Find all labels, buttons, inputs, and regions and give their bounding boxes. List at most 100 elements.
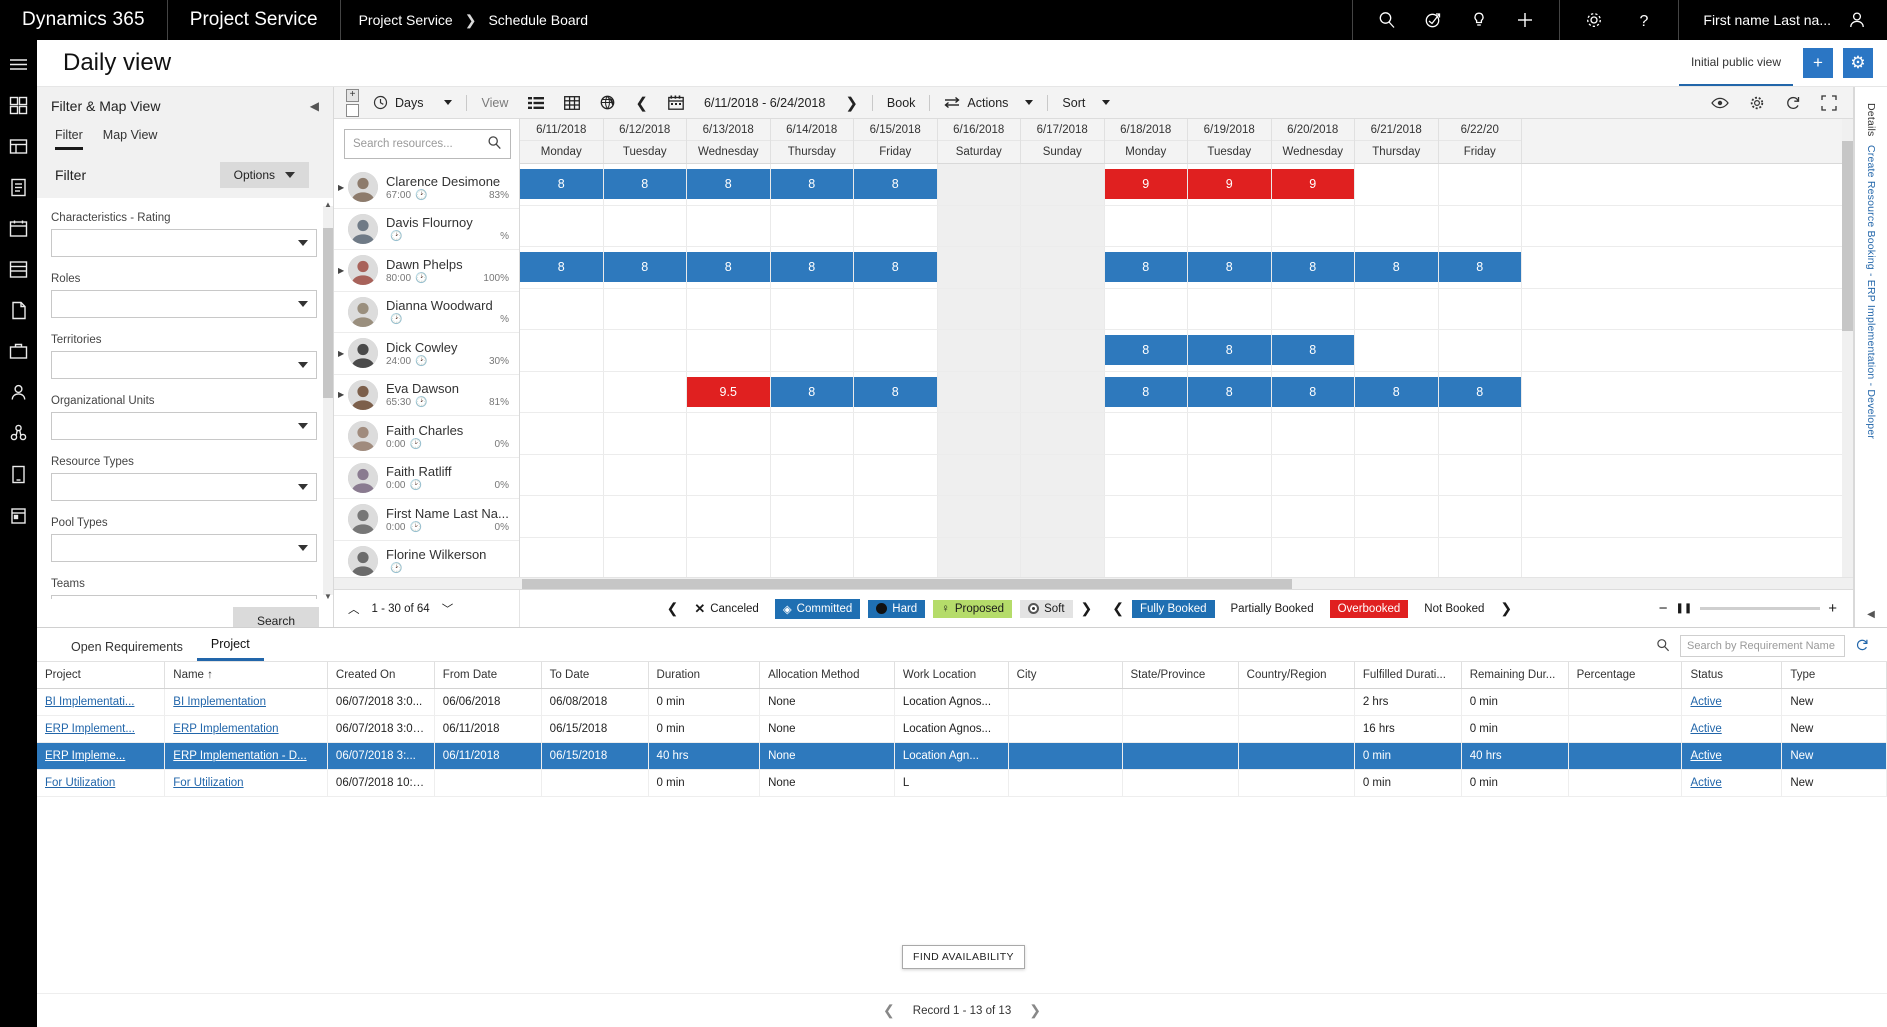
record-prev-icon[interactable]: ❮ (883, 1002, 895, 1019)
expand-collapse-rows-control[interactable]: + (340, 88, 363, 117)
resource-row[interactable]: ▶ Dick Cowley 24:00 🕑 30% (334, 333, 519, 375)
booking-cell[interactable] (604, 454, 687, 495)
booking-chip[interactable]: 8 (687, 252, 770, 283)
refresh-icon[interactable] (1855, 638, 1869, 655)
booking-chip[interactable]: 8 (854, 169, 937, 200)
create-resource-booking-label[interactable]: Create Resource Booking - ERP Implementa… (1865, 145, 1877, 439)
map-view-button[interactable] (590, 87, 625, 118)
table-row[interactable]: BI Implementati... BI Implementation 06/07… (37, 688, 1887, 716)
booking-chip[interactable]: 8 (520, 169, 603, 200)
legend-prev-icon[interactable]: ❮ (667, 600, 679, 617)
booking-cell[interactable] (1188, 454, 1272, 495)
booking-cell[interactable]: 8 (1188, 330, 1272, 371)
board-settings-button[interactable] (1739, 87, 1775, 118)
column-header[interactable]: Type (1781, 662, 1887, 689)
select-organizational-units[interactable] (51, 412, 317, 440)
column-header[interactable]: Project (37, 662, 166, 689)
booking-cell[interactable] (854, 413, 938, 454)
legend-fully-booked[interactable]: Fully Booked (1132, 599, 1215, 618)
booking-chip[interactable]: 8 (1355, 252, 1438, 283)
booking-chip[interactable]: 8 (1355, 376, 1438, 407)
booking-chip[interactable]: 8 (1188, 376, 1271, 407)
zoom-in-button[interactable]: + (1828, 600, 1837, 617)
resource-row[interactable]: Florine Wilkerson 🕑 (334, 541, 519, 578)
booking-cell[interactable]: 9 (1271, 164, 1355, 205)
booking-cell[interactable] (1188, 288, 1272, 329)
utilization-prev-icon[interactable]: ❮ (1112, 600, 1124, 617)
booking-row[interactable] (520, 413, 1853, 455)
booking-cell[interactable] (854, 537, 938, 577)
booking-row[interactable]: 88888999 (520, 164, 1853, 206)
resource-row[interactable]: Faith Charles 0:00 🕑 0% (334, 416, 519, 458)
booking-chip[interactable]: 8 (520, 252, 603, 283)
column-header[interactable]: City (1008, 662, 1123, 689)
booking-cell[interactable] (1021, 288, 1105, 329)
booking-chip[interactable]: 8 (1271, 376, 1354, 407)
help-icon[interactable]: ? (1634, 10, 1654, 30)
breadcrumb-current[interactable]: Schedule Board (488, 12, 588, 28)
cell-link[interactable]: Active (1690, 723, 1721, 735)
booking-cell[interactable]: 8 (1188, 371, 1272, 412)
column-header[interactable]: Duration (648, 662, 761, 689)
resource-row[interactable]: ▶ Dawn Phelps 80:00 🕑 100% (334, 250, 519, 292)
book-button[interactable]: Book (877, 87, 926, 118)
collapse-panel-icon[interactable]: ◀ (310, 99, 319, 113)
booking-cell[interactable]: 8 (770, 247, 854, 288)
booking-cell[interactable] (937, 413, 1021, 454)
assistant-icon[interactable] (1423, 10, 1443, 30)
booking-cell[interactable] (520, 288, 604, 329)
booking-chip[interactable]: 8 (1271, 252, 1354, 283)
booking-cell[interactable] (1355, 496, 1439, 537)
booking-chip[interactable]: 8 (1104, 376, 1187, 407)
booking-cell[interactable]: 8 (687, 247, 771, 288)
page-icon[interactable] (8, 300, 29, 321)
tab-project[interactable]: Project (196, 637, 264, 661)
booking-cell[interactable] (604, 288, 687, 329)
booking-cell[interactable]: 8 (1104, 330, 1188, 371)
booking-cell[interactable] (937, 371, 1021, 412)
grid-horizontal-scrollbar[interactable] (334, 577, 1853, 589)
booking-chip[interactable]: 8 (1438, 376, 1521, 407)
record-next-icon[interactable]: ❯ (1029, 1002, 1041, 1019)
pager-down-icon[interactable]: ﹀ (442, 601, 454, 617)
user-menu[interactable]: First name Last na... (1679, 0, 1887, 40)
grid-vertical-scrollbar[interactable] (1842, 119, 1853, 577)
booking-cell[interactable] (771, 454, 854, 495)
column-header[interactable]: Status (1681, 662, 1783, 689)
booking-cell[interactable] (1272, 454, 1355, 495)
cell-link[interactable]: BI Implementati... (45, 696, 134, 708)
booking-chip[interactable]: 8 (1271, 335, 1354, 366)
zoom-slider[interactable] (1700, 607, 1821, 610)
booking-cell[interactable] (771, 330, 854, 371)
search-resources-input[interactable]: Search resources... (344, 129, 511, 159)
legend-proposed[interactable]: ♀ Proposed (933, 599, 1013, 618)
booking-cell[interactable] (1439, 205, 1522, 246)
scrollbar-thumb[interactable] (1842, 141, 1853, 331)
booking-cell[interactable] (1021, 330, 1105, 371)
cell-link[interactable]: For Utilization (173, 777, 243, 789)
details-title[interactable]: Details (1865, 103, 1877, 137)
booking-cell[interactable] (687, 330, 771, 371)
booking-chip[interactable]: 8 (770, 376, 853, 407)
booking-cell[interactable] (1105, 496, 1188, 537)
booking-cell[interactable] (1021, 496, 1105, 537)
booking-cell[interactable] (1439, 537, 1522, 577)
scroll-up-arrow-icon[interactable]: ▲ (324, 200, 332, 209)
booking-chip[interactable]: 8 (603, 252, 686, 283)
booking-cell[interactable] (1188, 496, 1272, 537)
column-header[interactable]: Work Location (894, 662, 1009, 689)
booking-cell[interactable] (937, 247, 1021, 288)
scroll-down-arrow-icon[interactable]: ▼ (324, 592, 332, 599)
booking-cell[interactable] (1355, 454, 1439, 495)
booking-cell[interactable]: 8 (1271, 371, 1355, 412)
select-teams[interactable] (51, 595, 317, 599)
grid-icon[interactable] (8, 136, 29, 157)
booking-cell[interactable] (1105, 454, 1188, 495)
booking-cell[interactable] (1439, 454, 1522, 495)
cell-link[interactable]: Active (1690, 696, 1721, 708)
table-row[interactable]: ERP Implement... ERP Implementation 06/07/… (37, 715, 1887, 743)
booking-cell[interactable] (687, 496, 771, 537)
booking-cell[interactable]: 8 (854, 164, 938, 205)
booking-cell[interactable] (604, 330, 687, 371)
booking-rows[interactable]: 8 8 8 8 8 9 9 9 8 8 8 8 8 8 8 8 8 8 8 8 8 9.5 8 8 8 8 8 8 8 (520, 164, 1853, 577)
